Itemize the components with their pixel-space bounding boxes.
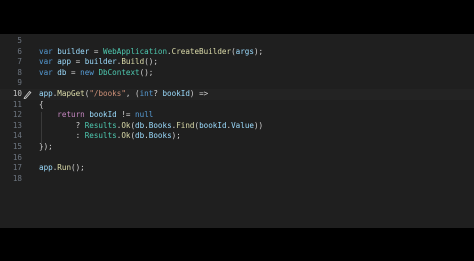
line-number: 8 <box>17 67 22 77</box>
code-token: , ( <box>125 88 140 98</box>
code-text[interactable]: var builder = WebApplication.CreateBuild… <box>39 47 263 58</box>
code-token: app <box>39 88 53 98</box>
code-token: db <box>135 120 145 130</box>
code-token: ) => <box>189 88 209 98</box>
code-token: CreateBuilder <box>171 46 232 56</box>
video-frame: 5 6 var builder = WebApplication.CreateBui… <box>0 0 474 261</box>
code-token: Build <box>121 57 145 67</box>
code-area[interactable]: 5 6 var builder = WebApplication.CreateBui… <box>0 36 474 184</box>
code-token: Run <box>57 163 72 173</box>
code-token: = <box>71 57 85 67</box>
code-text[interactable]: { <box>39 100 44 111</box>
code-line[interactable]: 7 var app = builder.Build(); <box>0 57 474 68</box>
line-number: 9 <box>17 78 22 88</box>
code-line[interactable]: 16 <box>0 153 474 164</box>
code-text[interactable]: var app = builder.Build(); <box>39 57 158 68</box>
lightbulb-edit-icon[interactable] <box>23 89 32 99</box>
code-line[interactable]: 13 ? Results.Ok(db.Books.Find(bookId.Val… <box>0 121 474 132</box>
code-text[interactable]: : Results.Ok(db.Books); <box>39 131 181 142</box>
line-number: 14 <box>12 131 22 141</box>
code-line[interactable]: 12 return bookId != null <box>0 110 474 121</box>
code-token: MapGet <box>57 88 85 98</box>
line-number: 15 <box>12 141 22 151</box>
line-number: 11 <box>12 99 22 109</box>
code-token: ); <box>171 131 181 141</box>
code-token: var <box>39 46 53 56</box>
code-token: int <box>139 88 154 98</box>
code-text[interactable]: ? Results.Ok(db.Books.Find(bookId.Value)… <box>39 120 264 132</box>
code-token: (); <box>144 57 158 67</box>
code-line[interactable]: 5 <box>0 36 474 47</box>
code-token: app <box>39 163 53 173</box>
code-token: Books <box>148 120 172 130</box>
line-number: 13 <box>12 120 22 130</box>
code-token: { <box>39 99 44 109</box>
code-token: (); <box>71 163 85 173</box>
code-token: Results <box>84 120 117 130</box>
code-editor[interactable]: 5 6 var builder = WebApplication.CreateBui… <box>0 34 474 228</box>
line-number: 18 <box>12 173 22 183</box>
line-number: 17 <box>12 163 22 173</box>
code-token: ); <box>253 46 264 56</box>
code-token: )) <box>253 120 264 130</box>
code-token: return <box>57 110 85 120</box>
line-number: 6 <box>17 46 22 56</box>
code-line[interactable]: 8 var db = new DbContext(); <box>0 68 474 79</box>
line-number: 10 <box>12 88 22 98</box>
line-number: 7 <box>17 57 22 67</box>
code-line[interactable]: 6 var builder = WebApplication.CreateBuil… <box>0 47 474 58</box>
code-text[interactable]: return bookId != null <box>39 110 153 121</box>
code-text[interactable]: app.MapGet("/books", (int? bookId) => <box>39 89 208 100</box>
code-token: : <box>39 131 85 141</box>
code-token: Value <box>231 120 254 130</box>
code-token: args <box>235 46 254 56</box>
code-token: var <box>39 57 53 67</box>
code-token: builder <box>84 57 117 67</box>
code-token: null <box>135 110 154 120</box>
code-token: db <box>135 131 145 141</box>
code-token: (); <box>139 67 154 77</box>
code-text[interactable]: var db = new DbContext(); <box>39 68 153 79</box>
code-line[interactable]: 18 <box>0 174 474 185</box>
code-line[interactable]: 14 : Results.Ok(db.Books); <box>0 131 474 142</box>
code-token: var <box>39 67 53 77</box>
code-token: = <box>66 67 81 77</box>
code-token: Books <box>148 131 172 141</box>
code-line[interactable]: 15}); <box>0 142 474 153</box>
code-token: != <box>116 110 136 120</box>
code-token: bookId <box>162 88 190 98</box>
code-token: builder <box>57 46 90 56</box>
code-token: Results <box>84 131 117 141</box>
code-line[interactable]: 17 app.Run(); <box>0 163 474 174</box>
code-token: WebApplication <box>103 46 168 56</box>
code-token: Find <box>176 120 195 130</box>
code-token: ? <box>39 120 85 130</box>
code-token: = <box>89 46 104 56</box>
code-token: app <box>57 57 72 67</box>
code-token: bookId <box>89 110 117 120</box>
code-text[interactable]: app.Run(); <box>39 163 85 174</box>
code-token: new <box>80 67 94 77</box>
code-token: DbContext <box>98 67 140 77</box>
line-number: 12 <box>12 110 22 120</box>
line-number: 16 <box>12 152 22 162</box>
line-number: 5 <box>17 36 22 45</box>
code-line[interactable]: 11 { <box>0 100 474 111</box>
indent-guide <box>41 112 42 144</box>
code-token: "/books" <box>89 88 126 98</box>
code-line[interactable]: 10 app.MapGet("/books", (int? bookId) => <box>0 89 474 100</box>
code-line[interactable]: 9 <box>0 78 474 89</box>
code-token: bookId <box>199 120 227 130</box>
